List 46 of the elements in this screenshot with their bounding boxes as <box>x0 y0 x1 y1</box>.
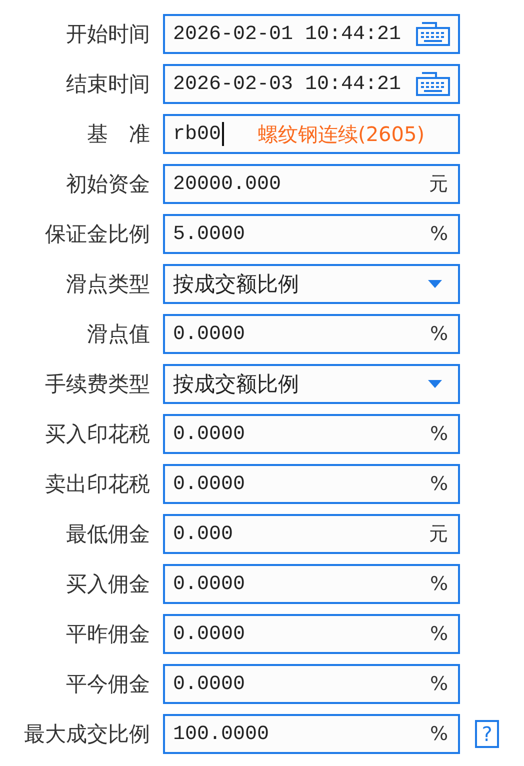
input-field[interactable]: 0.0000 % <box>163 314 460 354</box>
dropdown-caret-icon <box>428 280 442 288</box>
unit-label: % <box>430 323 448 345</box>
unit-label: % <box>430 623 448 645</box>
input-field[interactable]: 0.0000 % <box>163 464 460 504</box>
keyboard-icon[interactable] <box>416 72 450 96</box>
unit-label: % <box>430 673 448 695</box>
unit-label: % <box>430 423 448 445</box>
unit-label: 元 <box>429 522 448 547</box>
field-label: 保证金比例 <box>44 221 150 248</box>
input-field[interactable]: 0.0000 % <box>163 664 460 704</box>
dropdown[interactable]: 按成交额比例 <box>163 264 460 304</box>
field-label: 手续费类型 <box>44 371 150 398</box>
field-label: 结束时间 <box>65 71 150 98</box>
dropdown[interactable]: 按成交额比例 <box>163 364 460 404</box>
unit-label: 元 <box>429 172 448 197</box>
field-label: 最大成交比例 <box>23 721 150 748</box>
input-field[interactable]: 0.0000 % <box>163 564 460 604</box>
input-field[interactable]: 20000.000 元 <box>163 164 460 204</box>
field-label: 买入印花税 <box>44 421 150 448</box>
input-field[interactable]: rb00 螺纹钢连续(2605) <box>163 114 460 154</box>
instrument-name: 螺纹钢连续(2605) <box>258 120 425 148</box>
dropdown-caret-icon <box>428 380 442 388</box>
field-label: 滑点值 <box>86 321 150 348</box>
field-label: 基 准 <box>86 121 150 148</box>
field-label: 开始时间 <box>65 21 150 48</box>
input-field[interactable]: 0.0000 % <box>163 414 460 454</box>
unit-label: % <box>430 223 448 245</box>
input-field[interactable]: 0.0000 % <box>163 614 460 654</box>
input-field[interactable]: 5.0000 % <box>163 214 460 254</box>
field-label: 卖出印花税 <box>44 471 150 498</box>
input-field[interactable]: 2026-02-03 10:44:21 <box>163 64 460 104</box>
keyboard-icon[interactable] <box>416 22 450 46</box>
field-label: 买入佣金 <box>65 571 150 598</box>
unit-label: % <box>430 473 448 495</box>
help-button[interactable]: ? <box>475 720 499 748</box>
field-label: 初始资金 <box>65 171 150 198</box>
field-label: 平今佣金 <box>65 671 150 698</box>
input-field[interactable]: 2026-02-01 10:44:21 <box>163 14 460 54</box>
input-field[interactable]: 0.000 元 <box>163 514 460 554</box>
field-label: 最低佣金 <box>65 521 150 548</box>
field-label: 滑点类型 <box>65 271 150 298</box>
unit-label: % <box>430 723 448 745</box>
unit-label: % <box>430 573 448 595</box>
input-field[interactable]: 100.0000 % <box>163 714 460 754</box>
field-label: 平昨佣金 <box>65 621 150 648</box>
